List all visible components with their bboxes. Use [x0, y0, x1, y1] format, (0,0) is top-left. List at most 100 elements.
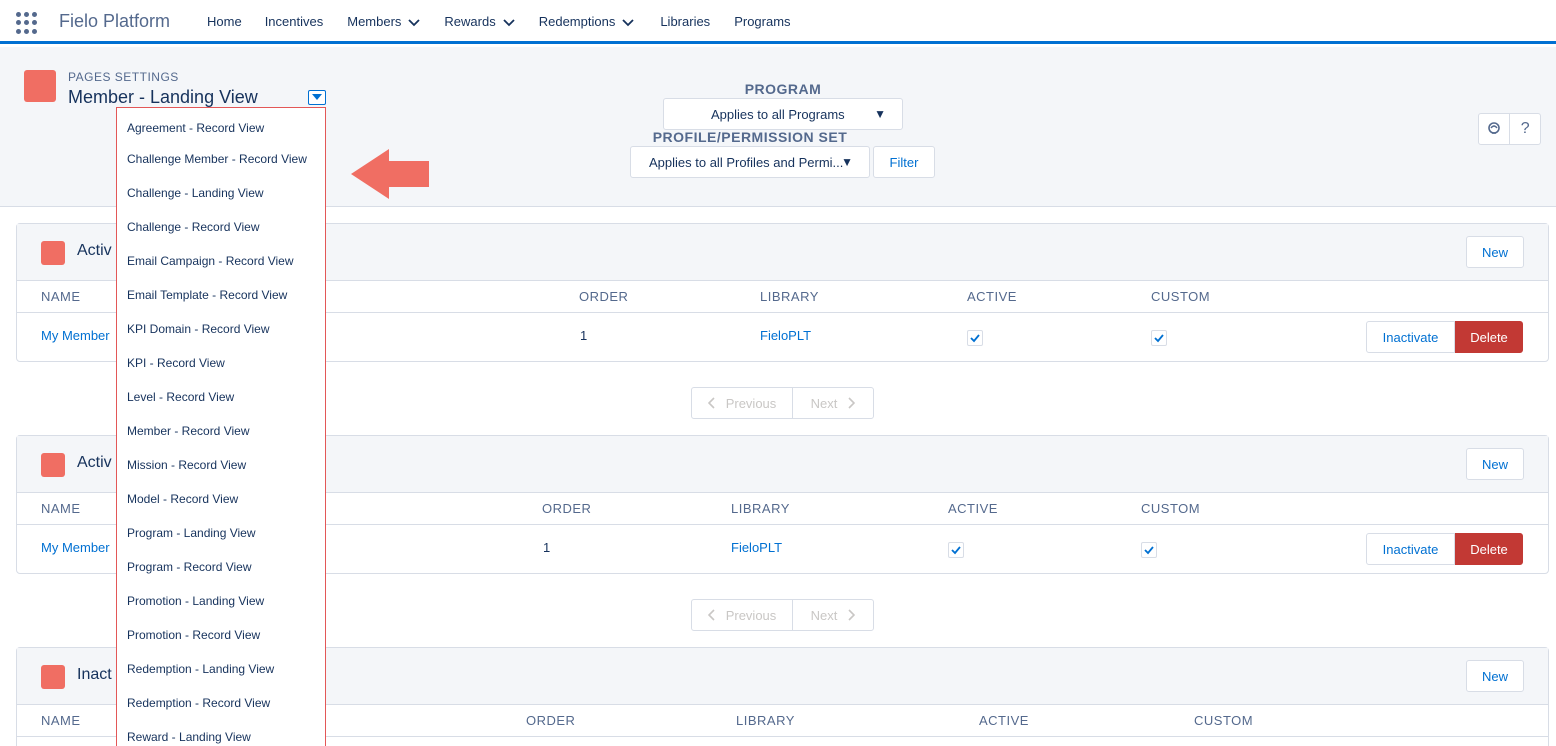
nav-item-label: Home	[207, 14, 242, 29]
profile-select-value: Applies to all Profiles and Permi...	[649, 154, 844, 170]
column-active: ACTIVE	[948, 501, 998, 516]
nav-item-libraries[interactable]: Libraries	[660, 14, 710, 29]
chevron-down-icon[interactable]	[621, 16, 635, 30]
pager: Previous Next	[691, 599, 874, 631]
nav-item-incentives[interactable]: Incentives	[265, 14, 324, 29]
dropdown-option[interactable]: Email Campaign - Record View	[117, 244, 325, 278]
column-order: ORDER	[526, 713, 576, 728]
column-library: LIBRARY	[736, 713, 795, 728]
dropdown-option[interactable]: Redemption - Record View	[117, 686, 325, 720]
dropdown-option[interactable]: Agreement - Record View	[117, 108, 325, 142]
page-switcher-dropdown: Agreement - Record View Challenge Member…	[116, 107, 326, 746]
previous-label: Previous	[725, 395, 777, 411]
dropdown-option[interactable]: Challenge - Record View	[117, 210, 325, 244]
caret-down-icon: ▼	[841, 155, 853, 169]
dropdown-option[interactable]: Challenge Member - Record View	[117, 142, 325, 176]
previous-button[interactable]: Previous	[692, 388, 793, 418]
page-icon	[24, 70, 56, 102]
new-button[interactable]: New	[1466, 236, 1524, 268]
chevron-left-icon	[707, 609, 715, 621]
nav-item-label: Redemptions	[538, 14, 616, 29]
previous-label: Previous	[725, 607, 777, 623]
custom-checkbox	[1151, 330, 1167, 346]
header-icon-group: ?	[1478, 113, 1541, 145]
column-order: ORDER	[579, 289, 629, 304]
card-title: Activ	[77, 454, 112, 471]
profile-select[interactable]: Applies to all Profiles and Permi... ▼	[630, 146, 870, 178]
next-button[interactable]: Next	[793, 388, 873, 418]
help-icon-glyph: ?	[1520, 120, 1530, 137]
active-checkbox	[967, 330, 983, 346]
dropdown-option[interactable]: Level - Record View	[117, 380, 325, 414]
column-name: NAME	[41, 289, 81, 304]
column-library: LIBRARY	[731, 501, 790, 516]
dropdown-option[interactable]: KPI - Record View	[117, 346, 325, 380]
card-icon	[41, 453, 65, 477]
page-eyebrow: PAGES SETTINGS	[68, 70, 179, 84]
delete-button[interactable]: Delete	[1455, 321, 1523, 353]
nav-item-members[interactable]: Members	[347, 14, 421, 29]
dropdown-option[interactable]: Model - Record View	[117, 482, 325, 516]
filter-button[interactable]: Filter	[873, 146, 935, 178]
new-button[interactable]: New	[1466, 660, 1524, 692]
column-custom: CUSTOM	[1194, 713, 1254, 728]
profile-label: PROFILE/PERMISSION SET	[652, 129, 848, 145]
page-switcher-button[interactable]	[308, 90, 326, 105]
inactivate-button[interactable]: Inactivate	[1366, 533, 1455, 565]
chevron-down-icon[interactable]	[502, 16, 516, 30]
next-label: Next	[810, 607, 838, 623]
column-library: LIBRARY	[760, 289, 819, 304]
column-order: ORDER	[542, 501, 592, 516]
nav-item-rewards[interactable]: Rewards	[444, 14, 515, 29]
previous-button[interactable]: Previous	[692, 600, 793, 630]
dropdown-option[interactable]: Program - Landing View	[117, 516, 325, 550]
nav-item-label: Libraries	[660, 14, 711, 29]
program-select[interactable]: Applies to all Programs ▼	[663, 98, 903, 130]
new-button[interactable]: New	[1466, 448, 1524, 480]
dropdown-option[interactable]: Promotion - Landing View	[117, 584, 325, 618]
next-label: Next	[810, 395, 838, 411]
dropdown-option[interactable]: Email Template - Record View	[117, 278, 325, 312]
caret-down-icon: ▼	[874, 107, 886, 121]
help-icon[interactable]: ?	[1509, 114, 1540, 144]
row-name-link[interactable]: My Member	[41, 328, 110, 343]
card-title: Activ	[77, 242, 112, 259]
card-title: Inact	[77, 666, 112, 683]
row-library-link[interactable]: FieloPLT	[760, 328, 811, 343]
column-custom: CUSTOM	[1151, 289, 1211, 304]
program-label: PROGRAM	[744, 81, 822, 97]
row-library-link[interactable]: FieloPLT	[731, 540, 782, 555]
nav-item-redemptions[interactable]: Redemptions	[539, 14, 636, 29]
dropdown-option[interactable]: Member - Record View	[117, 414, 325, 448]
nav-item-label: Incentives	[264, 14, 324, 29]
nav-item-home[interactable]: Home	[207, 14, 242, 29]
dropdown-option[interactable]: Promotion - Record View	[117, 618, 325, 652]
nav-item-programs[interactable]: Programs	[734, 14, 790, 29]
column-active: ACTIVE	[967, 289, 1017, 304]
column-custom: CUSTOM	[1141, 501, 1201, 516]
delete-button[interactable]: Delete	[1455, 533, 1523, 565]
app-name: Fielo Platform	[59, 11, 171, 31]
inactivate-button[interactable]: Inactivate	[1366, 321, 1455, 353]
dropdown-option[interactable]: Reward - Landing View	[117, 720, 325, 746]
row-name-link[interactable]: My Member	[41, 540, 110, 555]
dropdown-option[interactable]: Mission - Record View	[117, 448, 325, 482]
dropdown-option[interactable]: Program - Record View	[117, 550, 325, 584]
pager: Previous Next	[691, 387, 874, 419]
dropdown-option[interactable]: Redemption - Landing View	[117, 652, 325, 686]
dropdown-option[interactable]: Challenge - Landing View	[117, 176, 325, 210]
column-active: ACTIVE	[979, 713, 1029, 728]
next-button[interactable]: Next	[793, 600, 873, 630]
nav-item-label: Rewards	[444, 14, 496, 29]
nav-bar: Home Incentives Members Rewards Redempti…	[207, 14, 791, 29]
card-icon	[41, 665, 65, 689]
app-launcher-icon[interactable]	[16, 12, 38, 34]
nav-item-label: Members	[347, 14, 402, 29]
chevron-down-icon[interactable]	[407, 16, 421, 30]
brain-icon[interactable]	[1479, 114, 1509, 144]
program-select-value: Applies to all Programs	[711, 106, 845, 122]
column-name: NAME	[41, 501, 81, 516]
chevron-right-icon	[848, 609, 856, 621]
active-checkbox	[948, 542, 964, 558]
dropdown-option[interactable]: KPI Domain - Record View	[117, 312, 325, 346]
